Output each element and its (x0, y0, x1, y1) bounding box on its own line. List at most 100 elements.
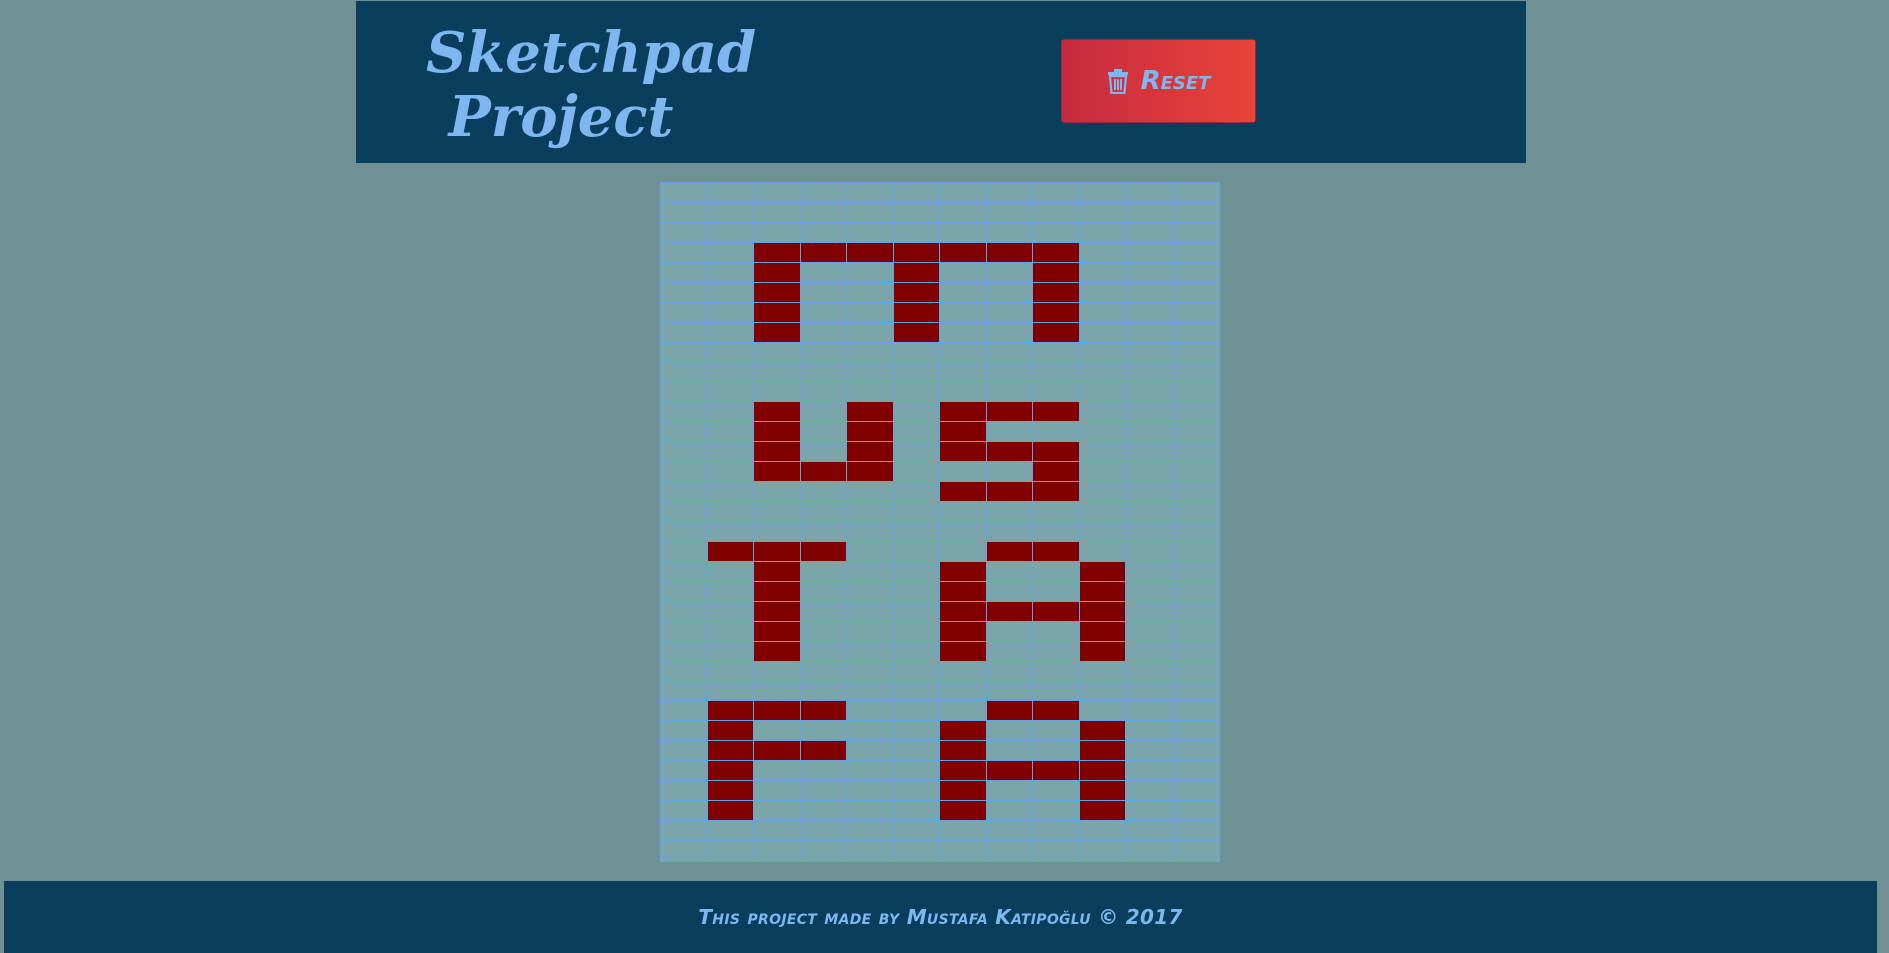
grid-cell[interactable] (1126, 522, 1173, 542)
grid-cell-painted[interactable] (940, 422, 987, 443)
grid-cell[interactable] (986, 681, 1033, 702)
grid-cell[interactable] (754, 821, 801, 842)
grid-cell[interactable] (1079, 502, 1126, 522)
grid-cell[interactable] (707, 422, 754, 443)
grid-cell[interactable] (986, 801, 1033, 822)
grid-cell-painted[interactable] (940, 601, 987, 622)
grid-cell-painted[interactable] (1079, 621, 1126, 642)
grid-cell[interactable] (893, 801, 940, 822)
grid-cell[interactable] (1033, 801, 1080, 822)
grid-cell[interactable] (1172, 562, 1219, 582)
grid-cell[interactable] (986, 362, 1033, 383)
grid-cell-painted[interactable] (986, 442, 1033, 463)
grid-cell[interactable] (893, 701, 940, 722)
grid-cell-painted[interactable] (893, 322, 940, 343)
grid-cell[interactable] (1126, 601, 1173, 622)
grid-cell[interactable] (1126, 581, 1173, 602)
grid-cell[interactable] (847, 721, 894, 742)
grid-cell[interactable] (1172, 243, 1219, 263)
sketchpad-grid[interactable] (660, 182, 1220, 862)
grid-cell-painted[interactable] (847, 442, 894, 463)
grid-cell[interactable] (893, 581, 940, 602)
grid-cell[interactable] (661, 801, 708, 822)
grid-cell[interactable] (661, 781, 708, 802)
grid-cell[interactable] (1126, 402, 1173, 423)
grid-cell[interactable] (1079, 342, 1126, 363)
grid-cell[interactable] (661, 641, 708, 662)
grid-cell[interactable] (986, 781, 1033, 802)
grid-cell-painted[interactable] (940, 641, 987, 662)
grid-cell[interactable] (1033, 382, 1080, 403)
grid-cell[interactable] (1172, 761, 1219, 782)
grid-cell[interactable] (986, 821, 1033, 842)
grid-cell[interactable] (1172, 323, 1219, 343)
grid-cell-painted[interactable] (707, 701, 754, 722)
grid-cell[interactable] (1172, 622, 1219, 642)
grid-cell[interactable] (847, 601, 894, 622)
grid-cell[interactable] (1172, 522, 1219, 542)
grid-cell[interactable] (986, 621, 1033, 642)
grid-cell-painted[interactable] (1079, 741, 1126, 762)
grid-cell[interactable] (754, 482, 801, 503)
grid-cell[interactable] (1172, 223, 1219, 243)
grid-cell[interactable] (1172, 362, 1219, 383)
grid-cell[interactable] (847, 581, 894, 602)
grid-cell[interactable] (986, 382, 1033, 403)
grid-cell[interactable] (1079, 482, 1126, 503)
grid-cell[interactable] (800, 761, 847, 782)
grid-cell-painted[interactable] (940, 402, 987, 423)
grid-cell[interactable] (1033, 522, 1080, 542)
grid-cell[interactable] (1172, 801, 1219, 822)
grid-cell[interactable] (707, 661, 754, 682)
grid-cell[interactable] (1079, 242, 1126, 263)
grid-cell[interactable] (1172, 821, 1219, 842)
grid-cell[interactable] (893, 222, 940, 243)
grid-cell-painted[interactable] (707, 781, 754, 802)
grid-cell[interactable] (1080, 841, 1126, 861)
grid-cell[interactable] (800, 561, 847, 582)
grid-cell[interactable] (754, 801, 801, 822)
grid-cell[interactable] (661, 183, 708, 203)
grid-cell[interactable] (986, 561, 1033, 582)
grid-cell[interactable] (1172, 741, 1219, 762)
grid-cell[interactable] (986, 342, 1033, 363)
grid-cell[interactable] (1126, 462, 1173, 483)
grid-cell[interactable] (986, 282, 1033, 303)
grid-cell[interactable] (986, 462, 1033, 483)
grid-cell[interactable] (893, 781, 940, 802)
grid-cell-painted[interactable] (847, 422, 894, 443)
grid-cell[interactable] (661, 741, 708, 762)
grid-cell[interactable] (847, 681, 894, 702)
grid-cell-painted[interactable] (1079, 721, 1126, 742)
grid-cell[interactable] (661, 222, 708, 243)
grid-cell[interactable] (1126, 442, 1173, 463)
grid-cell[interactable] (754, 761, 801, 782)
grid-cell[interactable] (754, 721, 801, 742)
grid-cell[interactable] (661, 502, 708, 522)
grid-cell-painted[interactable] (847, 242, 894, 263)
grid-cell[interactable] (707, 183, 754, 203)
grid-cell[interactable] (1172, 382, 1219, 403)
grid-cell-painted[interactable] (754, 322, 801, 343)
grid-cell[interactable] (661, 482, 708, 503)
grid-cell-painted[interactable] (707, 721, 754, 742)
grid-cell[interactable] (940, 302, 987, 323)
grid-cell[interactable] (1172, 482, 1219, 503)
grid-cell-painted[interactable] (754, 701, 801, 722)
grid-cell-painted[interactable] (847, 462, 894, 483)
grid-cell[interactable] (800, 681, 847, 702)
grid-cell[interactable] (1126, 641, 1173, 662)
grid-cell[interactable] (1172, 263, 1219, 283)
grid-cell[interactable] (800, 442, 847, 463)
grid-cell[interactable] (1126, 322, 1173, 343)
grid-cell[interactable] (707, 362, 754, 383)
grid-cell[interactable] (940, 282, 987, 303)
grid-cell[interactable] (847, 222, 894, 243)
grid-cell[interactable] (800, 581, 847, 602)
grid-cell[interactable] (1079, 362, 1126, 383)
grid-cell[interactable] (707, 561, 754, 582)
grid-cell[interactable] (1079, 202, 1126, 223)
grid-cell[interactable] (1126, 302, 1173, 323)
grid-cell-painted[interactable] (1033, 462, 1080, 483)
grid-cell[interactable] (847, 661, 894, 682)
